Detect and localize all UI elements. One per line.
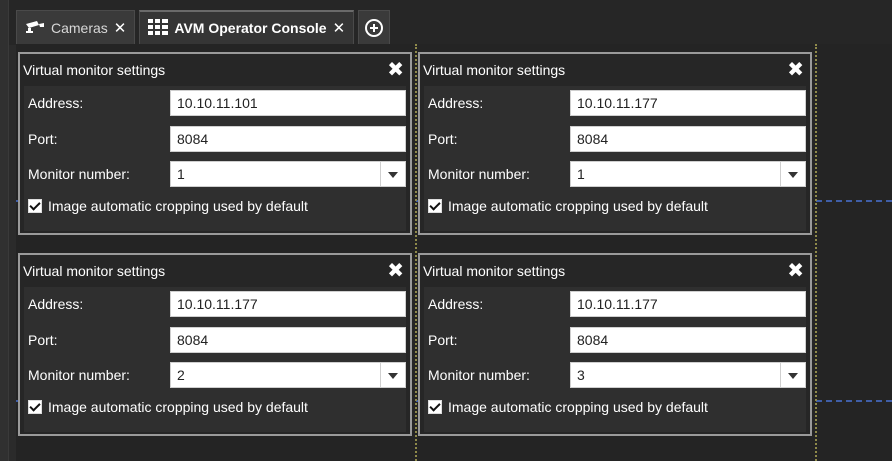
address-label: Address: [28, 95, 84, 111]
monitor-number-select[interactable]: 1 [570, 161, 806, 187]
address-row: Address: 10.10.11.101 [24, 88, 406, 118]
address-input[interactable]: 10.10.11.177 [570, 291, 806, 317]
grid-icon [148, 18, 169, 38]
monitor-number-select[interactable]: 3 [570, 362, 806, 388]
cropping-checkbox[interactable] [428, 199, 442, 213]
address-row: Address: 10.10.11.177 [424, 289, 806, 319]
close-icon[interactable]: ✕ [114, 19, 127, 37]
grid-line [415, 44, 417, 461]
port-input[interactable]: 8084 [570, 327, 806, 353]
left-edge-handle [0, 0, 9, 461]
monitor-number-select[interactable]: 1 [170, 161, 406, 187]
close-icon[interactable]: ✖ [787, 261, 804, 281]
panel-title: Virtual monitor settings [23, 263, 166, 279]
address-input[interactable]: 10.10.11.177 [570, 90, 806, 116]
cropping-checkbox[interactable] [28, 400, 42, 414]
cropping-label: Image automatic cropping used by default [48, 198, 308, 214]
cropping-option[interactable]: Image automatic cropping used by default [28, 198, 308, 214]
console-layout-area: Virtual monitor settings ✖ Address: 10.1… [16, 44, 892, 461]
port-input[interactable]: 8084 [170, 126, 406, 152]
port-input[interactable]: 8084 [170, 327, 406, 353]
panel-title: Virtual monitor settings [423, 62, 566, 78]
panel-title: Virtual monitor settings [423, 263, 566, 279]
monitor-row: Monitor number: 3 [424, 360, 806, 390]
address-input[interactable]: 10.10.11.101 [170, 90, 406, 116]
address-label: Address: [428, 95, 484, 111]
tab-label: AVM Operator Console [174, 20, 327, 36]
monitor-number-label: Monitor number: [428, 166, 530, 182]
chevron-down-icon[interactable] [380, 363, 405, 387]
panel-header: Virtual monitor settings ✖ [20, 54, 410, 86]
close-icon[interactable]: ✖ [387, 261, 404, 281]
port-label: Port: [28, 131, 58, 147]
cropping-option[interactable]: Image automatic cropping used by default [428, 399, 708, 415]
add-tab-button[interactable] [358, 10, 391, 44]
close-icon[interactable]: ✖ [787, 60, 804, 80]
monitor-row: Monitor number: 1 [424, 159, 806, 189]
cropping-checkbox[interactable] [28, 199, 42, 213]
address-row: Address: 10.10.11.177 [424, 88, 806, 118]
monitor-number-label: Monitor number: [28, 367, 130, 383]
virtual-monitor-panel: Virtual monitor settings ✖ Address: 10.1… [18, 253, 412, 436]
panel-body: Address: 10.10.11.177 Port: 8084 Monitor… [424, 86, 806, 231]
monitor-number-select[interactable]: 2 [170, 362, 406, 388]
panel-header: Virtual monitor settings ✖ [420, 255, 810, 287]
monitor-number-value: 1 [177, 166, 185, 182]
cropping-label: Image automatic cropping used by default [448, 198, 708, 214]
port-row: Port: 8084 [424, 124, 806, 154]
close-icon[interactable]: ✕ [333, 19, 346, 37]
port-row: Port: 8084 [24, 325, 406, 355]
tab-avm-operator-console[interactable]: AVM Operator Console ✕ [139, 10, 355, 44]
port-label: Port: [428, 332, 458, 348]
chevron-down-icon[interactable] [780, 363, 805, 387]
monitor-number-label: Monitor number: [28, 166, 130, 182]
chevron-down-icon[interactable] [380, 162, 405, 186]
cropping-option[interactable]: Image automatic cropping used by default [28, 399, 308, 415]
port-row: Port: 8084 [24, 124, 406, 154]
virtual-monitor-panel: Virtual monitor settings ✖ Address: 10.1… [418, 253, 812, 436]
plus-circle-icon [365, 18, 384, 37]
panel-body: Address: 10.10.11.101 Port: 8084 Monitor… [24, 86, 406, 231]
monitor-row: Monitor number: 2 [24, 360, 406, 390]
close-icon[interactable]: ✖ [387, 60, 404, 80]
cropping-label: Image automatic cropping used by default [48, 399, 308, 415]
monitor-number-value: 2 [177, 367, 185, 383]
port-row: Port: 8084 [424, 325, 806, 355]
address-label: Address: [28, 296, 84, 312]
virtual-monitor-panel: Virtual monitor settings ✖ Address: 10.1… [18, 52, 412, 235]
tab-label: Cameras [51, 19, 108, 36]
camera-icon [25, 19, 45, 36]
panel-body: Address: 10.10.11.177 Port: 8084 Monitor… [24, 287, 406, 432]
cropping-label: Image automatic cropping used by default [448, 399, 708, 415]
monitor-row: Monitor number: 1 [24, 159, 406, 189]
address-input[interactable]: 10.10.11.177 [170, 291, 406, 317]
panel-header: Virtual monitor settings ✖ [420, 54, 810, 86]
port-input[interactable]: 8084 [570, 126, 806, 152]
cropping-checkbox[interactable] [428, 400, 442, 414]
address-label: Address: [428, 296, 484, 312]
cropping-option[interactable]: Image automatic cropping used by default [428, 198, 708, 214]
tab-cameras[interactable]: Cameras ✕ [16, 10, 136, 44]
address-row: Address: 10.10.11.177 [24, 289, 406, 319]
tab-bar: Cameras ✕ AVM Operator Console ✕ [16, 10, 391, 44]
chevron-down-icon[interactable] [780, 162, 805, 186]
monitor-number-value: 1 [577, 166, 585, 182]
monitor-number-value: 3 [577, 367, 585, 383]
panel-header: Virtual monitor settings ✖ [20, 255, 410, 287]
virtual-monitor-panel: Virtual monitor settings ✖ Address: 10.1… [418, 52, 812, 235]
grid-line [815, 44, 817, 461]
panel-body: Address: 10.10.11.177 Port: 8084 Monitor… [424, 287, 806, 432]
port-label: Port: [28, 332, 58, 348]
panel-title: Virtual monitor settings [23, 62, 166, 78]
monitor-number-label: Monitor number: [428, 367, 530, 383]
port-label: Port: [428, 131, 458, 147]
